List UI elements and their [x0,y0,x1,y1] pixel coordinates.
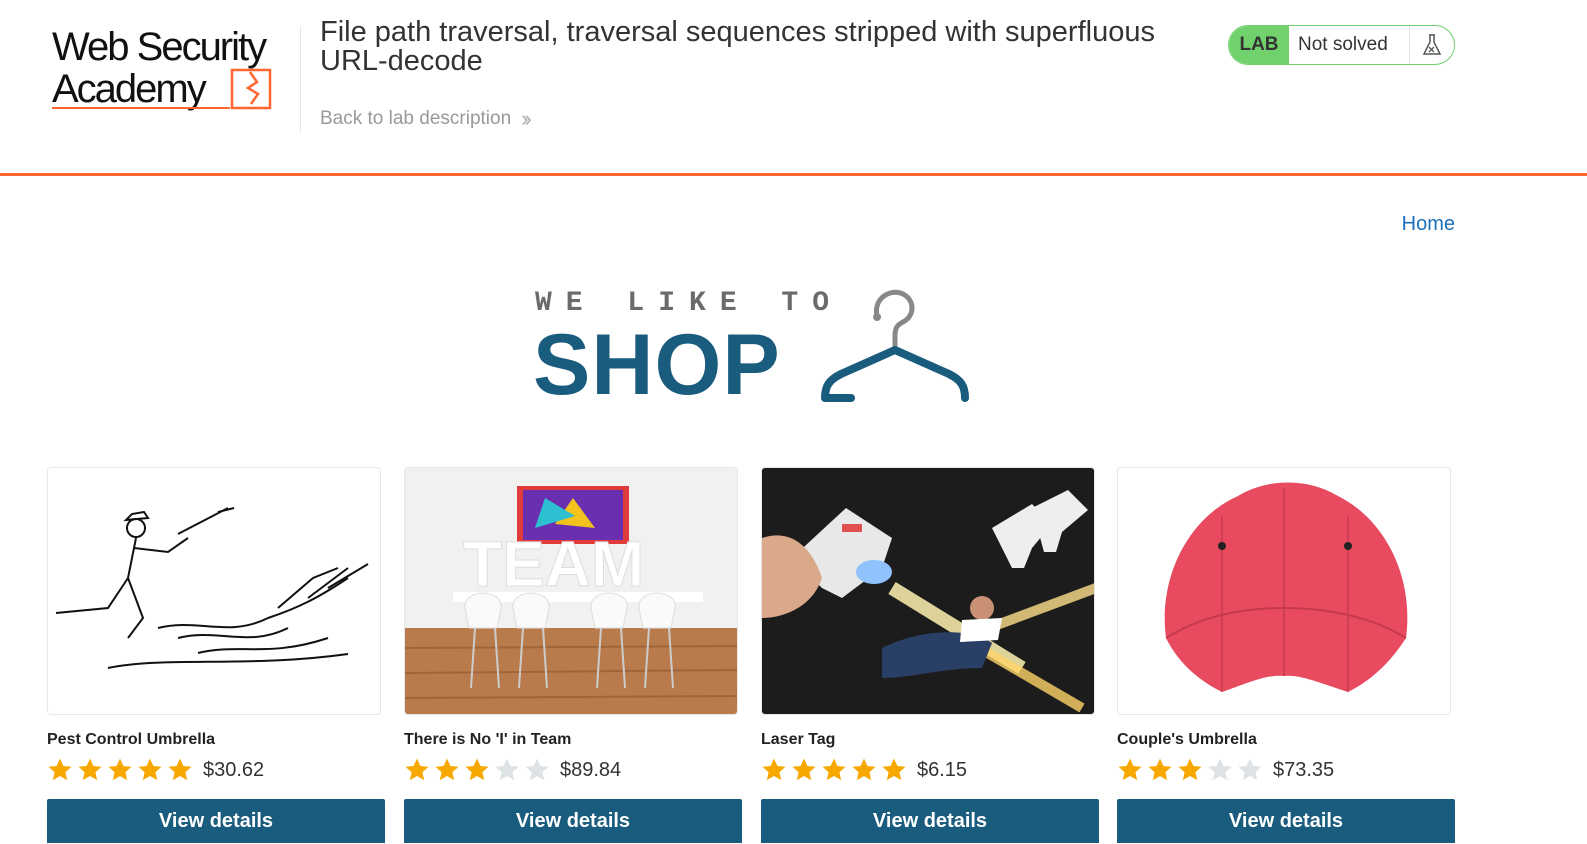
star-filled-icon [792,758,816,781]
shop-banner: WE LIKE TO SHOP [533,286,973,413]
logo-line1: Web Security [52,25,267,69]
view-details-button[interactable]: View details [47,799,385,843]
star-rating [404,757,550,783]
product-price: $73.35 [1273,758,1335,781]
product-name: Couple's Umbrella [1117,731,1257,748]
star-filled-icon [882,758,906,781]
home-link[interactable]: Home [1402,213,1455,236]
double-chevron-right-icon: ›› [521,106,531,131]
star-filled-icon [1178,758,1202,781]
view-details-button[interactable]: View details [404,799,742,843]
product-rating-row: $30.62 [47,755,385,785]
star-filled-icon [78,758,102,781]
star-filled-icon [108,758,132,781]
product-price: $6.15 [917,758,968,781]
star-filled-icon [168,758,192,781]
product-card: Couple's Umbrella $73.35 View details [1117,467,1455,843]
star-rating [1117,757,1263,783]
lab-title: File path traversal, traversal sequences… [320,16,1155,77]
product-card: Pest Control Umbrella $30.62 View detail… [47,467,385,843]
logo-line2: Academy [52,67,207,111]
product-image-pest-control-umbrella[interactable] [47,467,381,715]
svg-text:TEAM: TEAM [463,528,644,600]
star-filled-icon [822,758,846,781]
star-empty-icon [1238,758,1262,781]
back-link-label: Back to lab description [320,108,512,129]
product-name: There is No 'I' in Team [404,731,572,748]
star-filled-icon [138,758,162,781]
star-rating [47,757,193,783]
product-rating-row: $73.35 [1117,755,1455,785]
banner-tagline: WE LIKE TO [535,288,844,319]
star-filled-icon [465,758,489,781]
lab-status-text: Not solved [1289,26,1410,64]
header-divider [300,26,301,132]
lab-status-widget: LAB Not solved [1228,25,1455,65]
star-empty-icon [525,758,549,781]
star-filled-icon [762,758,786,781]
product-card: Laser Tag $6.15 View details [761,467,1099,843]
star-empty-icon [495,758,519,781]
product-rating-row: $89.84 [404,755,742,785]
star-filled-icon [1148,758,1172,781]
product-grid: Pest Control Umbrella $30.62 View detail… [47,467,1457,844]
product-name: Laser Tag [761,731,836,748]
product-card: TEAM There is No 'I' in Team $89.84 View… [404,467,742,843]
product-rating-row: $6.15 [761,755,1099,785]
product-name: Pest Control Umbrella [47,731,216,748]
star-filled-icon [1118,758,1142,781]
clothes-hanger-icon [821,289,969,402]
star-empty-icon [1208,758,1232,781]
view-details-button[interactable]: View details [761,799,1099,843]
product-image-laser-tag[interactable] [761,467,1095,715]
product-image-no-i-in-team[interactable]: TEAM [404,467,738,715]
lab-badge: LAB [1229,26,1289,64]
view-details-button[interactable]: View details [1117,799,1455,843]
star-filled-icon [852,758,876,781]
star-filled-icon [435,758,459,781]
back-to-lab-description-link[interactable]: Back to lab description ›› [320,106,532,132]
product-image-couples-umbrella[interactable] [1117,467,1451,715]
product-price: $89.84 [560,758,622,781]
star-filled-icon [405,758,429,781]
star-rating [761,757,907,783]
academy-header: Web Security Academy File path traversal… [0,0,1587,176]
banner-headline: SHOP [533,317,781,413]
star-filled-icon [48,758,72,781]
web-security-academy-logo[interactable]: Web Security Academy [50,22,298,114]
flask-icon [1410,26,1454,64]
product-price: $30.62 [203,758,265,781]
